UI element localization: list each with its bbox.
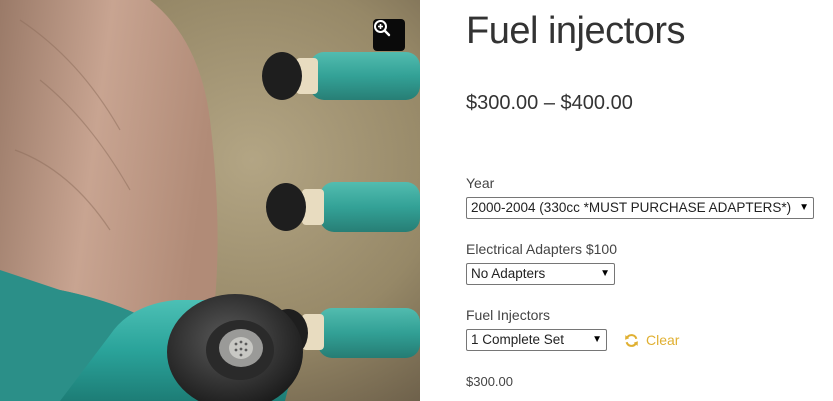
adapters-select-value: No Adapters [471, 266, 546, 281]
chevron-down-icon: ▼ [799, 202, 809, 213]
product-image[interactable] [0, 0, 420, 401]
year-select-value: 2000-2004 (330cc *MUST PURCHASE ADAPTERS… [471, 200, 792, 215]
clear-label: Clear [646, 332, 680, 348]
zoom-button[interactable] [373, 19, 405, 51]
injectors-select[interactable]: 1 Complete Set ▼ [466, 329, 607, 351]
product-page: Fuel injectors $300.00 – $400.00 Year 20… [0, 0, 833, 401]
adapters-label: Electrical Adapters $100 [466, 241, 617, 257]
chevron-down-icon: ▼ [600, 268, 610, 279]
year-select[interactable]: 2000-2004 (330cc *MUST PURCHASE ADAPTERS… [466, 197, 814, 219]
adapters-select[interactable]: No Adapters ▼ [466, 263, 615, 285]
fuel-injectors-photo [0, 0, 420, 401]
product-title: Fuel injectors [466, 10, 685, 52]
magnifier-plus-icon [374, 20, 391, 37]
injectors-label: Fuel Injectors [466, 307, 551, 323]
price-range: $300.00 – $400.00 [466, 92, 633, 114]
chevron-down-icon: ▼ [592, 334, 602, 345]
injectors-select-value: 1 Complete Set [471, 332, 565, 347]
refresh-icon [625, 333, 638, 347]
variation-price: $300.00 [466, 374, 513, 389]
clear-selection-link[interactable]: Clear [624, 332, 679, 348]
year-label: Year [466, 175, 495, 191]
